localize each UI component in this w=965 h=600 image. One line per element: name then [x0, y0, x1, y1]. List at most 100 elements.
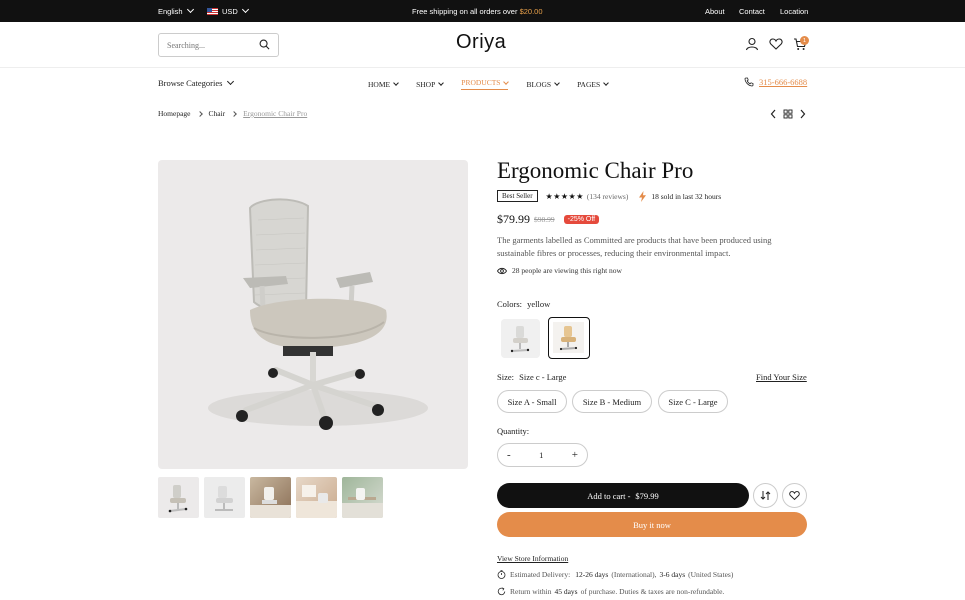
nav-shop[interactable]: SHOP [416, 78, 445, 90]
prev-arrow-icon[interactable] [770, 109, 776, 119]
compare-icon [760, 491, 771, 500]
nav-pages-label: PAGES [577, 79, 601, 89]
shipping-amount: $20.00 [519, 6, 543, 16]
search-box [158, 33, 279, 57]
room-thumb-image [250, 487, 291, 518]
phone-icon [744, 77, 754, 87]
delivery-us-days: 3-6 days [659, 570, 686, 579]
chevron-right-icon [196, 110, 203, 117]
main-nav: HOME SHOP PRODUCTS BLOGS PAGES [368, 78, 626, 90]
language-selector[interactable]: English [158, 0, 194, 22]
thumbnail-2[interactable] [204, 477, 245, 518]
link-location[interactable]: Location [780, 0, 808, 22]
chevron-down-icon [603, 80, 609, 86]
size-b-button[interactable]: Size B - Medium [572, 390, 652, 413]
nav-blogs[interactable]: BLOGS [526, 78, 560, 90]
chevron-right-icon [231, 110, 238, 117]
quantity-stepper: - 1 + [497, 443, 588, 467]
size-c-button[interactable]: Size C - Large [658, 390, 728, 413]
grid-icon[interactable] [783, 109, 793, 119]
nav-pages[interactable]: PAGES [577, 78, 609, 90]
best-seller-badge: Best Seller [497, 190, 538, 202]
top-bar: English USD Free shipping on all orders … [0, 0, 965, 22]
thumbnail-5[interactable] [342, 477, 383, 518]
breadcrumb-home[interactable]: Homepage [158, 109, 191, 118]
quantity-value[interactable]: 1 [539, 450, 543, 460]
store-info-link[interactable]: View Store Information [497, 554, 568, 563]
phone-link[interactable]: 315-666-6688 [744, 77, 807, 87]
return-policy: Return within 45 days of purchase. Dutie… [497, 587, 724, 596]
delivery-estimate: Estimated Delivery: 12-26 days (Internat… [497, 570, 733, 579]
heart-icon[interactable] [769, 37, 783, 51]
selected-size: Size c - Large [519, 372, 567, 382]
wishlist-button[interactable] [782, 483, 807, 508]
logo[interactable]: Oriya [456, 31, 506, 54]
chevron-down-icon [241, 5, 249, 14]
return-days: 45 days [554, 587, 578, 596]
delivery-label: Estimated Delivery: [510, 570, 571, 579]
link-location-label: Location [780, 6, 809, 16]
eye-icon [497, 267, 507, 274]
buy-now-button[interactable]: Buy it now [497, 512, 807, 537]
nav-home-label: HOME [368, 79, 391, 89]
search-icon[interactable] [259, 39, 270, 50]
language-label: English [158, 6, 183, 16]
link-contact[interactable]: Contact [739, 0, 765, 22]
room-thumb-image [296, 485, 337, 518]
chevron-down-icon [503, 78, 510, 85]
link-contact-label: Contact [739, 6, 765, 16]
browse-label: Browse Categories [158, 78, 223, 88]
return-prefix: Return within [510, 587, 552, 596]
chair-thumb-image [168, 485, 188, 513]
current-price: $79.99 [497, 212, 530, 226]
nav-blogs-label: BLOGS [526, 79, 552, 89]
size-label: Size: Size c - Large [497, 372, 566, 382]
delivery-international-note: (International), [611, 570, 657, 579]
main-product-image[interactable] [158, 160, 468, 469]
viewers-notice: 28 people are viewing this right now [497, 266, 622, 275]
link-about[interactable]: About [705, 0, 725, 22]
product-description: The garments labelled as Committed are p… [497, 235, 772, 258]
original-price: $98.99 [534, 215, 555, 224]
reviews-count[interactable]: (134 reviews) [587, 192, 628, 201]
add-to-cart-price: $79.99 [635, 490, 659, 501]
nav-products[interactable]: PRODUCTS [461, 78, 510, 90]
price-row: $79.99 $98.99 -25% Off [497, 212, 600, 227]
quantity-label: Quantity: [497, 426, 530, 436]
currency-selector[interactable]: USD [207, 0, 249, 22]
quantity-decrease-button[interactable]: - [507, 449, 511, 461]
thumbnail-strip [158, 477, 383, 518]
thumbnail-3[interactable] [250, 477, 291, 518]
delivery-international-days: 12-26 days [575, 570, 609, 579]
thumbnail-1[interactable] [158, 477, 199, 518]
yellow-chair-image [553, 322, 584, 353]
chair-image [208, 198, 428, 430]
size-a-button[interactable]: Size A - Small [497, 390, 567, 413]
selected-color: yellow [527, 299, 551, 309]
nav-home[interactable]: HOME [368, 78, 399, 90]
color-swatch-white[interactable] [501, 319, 540, 358]
us-flag-icon [207, 7, 218, 15]
nav-products-label: PRODUCTS [461, 78, 501, 87]
next-arrow-icon[interactable] [800, 109, 806, 119]
sold-count: 18 sold in last 32 hours [651, 191, 722, 201]
heart-icon [789, 491, 800, 501]
color-swatch-yellow[interactable] [548, 317, 590, 359]
discount-badge: -25% Off [563, 215, 600, 224]
viewers-text: 28 people are viewing this right now [512, 266, 622, 275]
find-your-size-link[interactable]: Find Your Size [756, 372, 807, 382]
link-about-label: About [705, 6, 725, 16]
chevron-down-icon [438, 80, 445, 86]
thumbnail-4[interactable] [296, 477, 337, 518]
user-icon[interactable] [745, 37, 759, 51]
breadcrumb-chair[interactable]: Chair [209, 109, 226, 118]
quantity-increase-button[interactable]: + [572, 449, 578, 461]
shipping-text: Free shipping on all orders over [412, 6, 520, 16]
add-to-cart-button[interactable]: Add to cart - $79.99 [497, 483, 749, 508]
search-input[interactable] [159, 34, 249, 56]
currency-label: USD [222, 6, 238, 16]
breadcrumb: Homepage Chair Ergonomic Chair Pro [158, 109, 307, 118]
compare-button[interactable] [753, 483, 778, 508]
browse-categories[interactable]: Browse Categories [158, 77, 235, 88]
chevron-down-icon [554, 80, 560, 86]
